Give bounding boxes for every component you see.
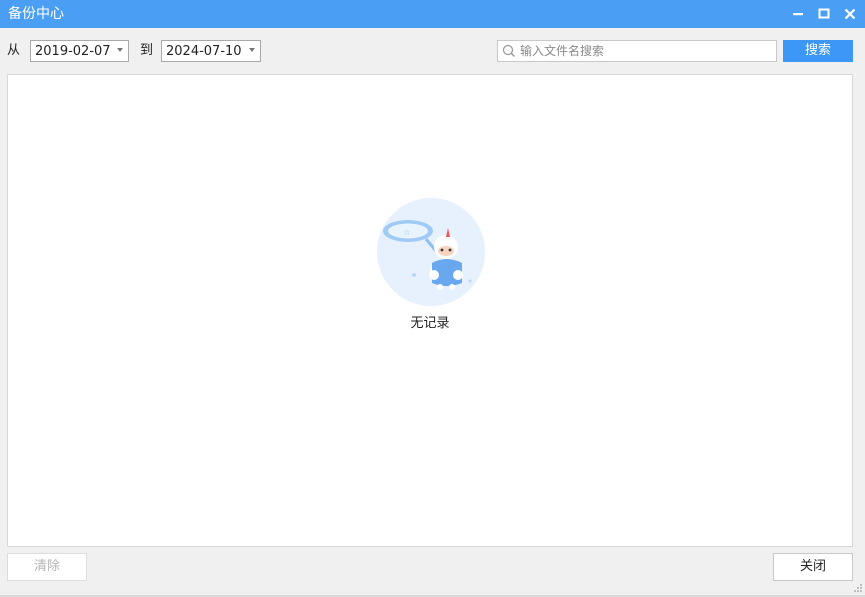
close-icon (844, 8, 856, 20)
from-date-value: 2019-02-07 (35, 44, 111, 59)
title-bar: 备份中心 (0, 0, 865, 28)
empty-state-illustration: ☆ (377, 198, 485, 306)
to-date-value: 2024-07-10 (166, 44, 242, 59)
resize-grip-icon[interactable] (853, 583, 863, 593)
search-icon (502, 44, 516, 58)
search-field[interactable] (497, 40, 777, 62)
from-date-picker[interactable]: 2019-02-07 (30, 40, 129, 62)
minimize-button[interactable] (787, 3, 809, 25)
clear-button[interactable]: 清除 (7, 553, 87, 581)
to-date-picker[interactable]: 2024-07-10 (161, 40, 261, 62)
chevron-down-icon (117, 48, 123, 52)
search-input[interactable] (520, 42, 770, 60)
minimize-icon (793, 13, 803, 16)
search-button[interactable]: 搜索 (783, 40, 853, 62)
chevron-down-icon (249, 48, 255, 52)
empty-state-text: 无记录 (410, 316, 450, 331)
close-window-button[interactable] (839, 3, 861, 25)
maximize-button[interactable] (813, 3, 835, 25)
maximize-icon (818, 8, 830, 19)
from-label: 从 (7, 43, 21, 58)
close-button[interactable]: 关闭 (773, 553, 853, 581)
to-label: 到 (140, 43, 154, 58)
window-title: 备份中心 (8, 6, 64, 22)
filter-bar: 从 2019-02-07 到 2024-07-10 搜索 (0, 28, 865, 74)
backup-list-panel: ☆ 无记录 (7, 74, 853, 547)
svg-text:☆: ☆ (403, 228, 410, 237)
